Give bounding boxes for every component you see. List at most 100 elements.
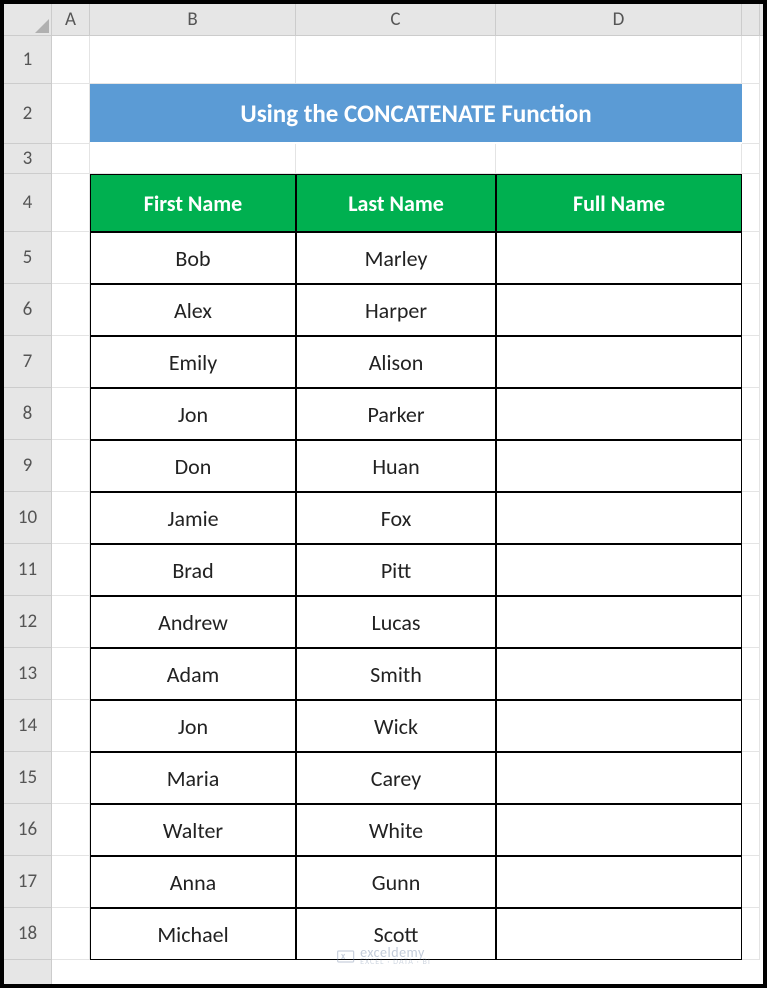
row-header-4[interactable]: 4 xyxy=(4,174,51,232)
cell-last-6[interactable]: Harper xyxy=(296,284,496,336)
cell-A11[interactable] xyxy=(52,544,90,596)
cell-full-15[interactable] xyxy=(496,752,742,804)
cell-first-15[interactable]: Maria xyxy=(90,752,296,804)
cell-first-16[interactable]: Walter xyxy=(90,804,296,856)
cell-E6[interactable] xyxy=(742,284,760,336)
cell-last-14[interactable]: Wick xyxy=(296,700,496,752)
cell-first-18[interactable]: Michael xyxy=(90,908,296,960)
cell-E3[interactable] xyxy=(742,144,760,174)
cell-A18[interactable] xyxy=(52,908,90,960)
cell-full-18[interactable] xyxy=(496,908,742,960)
cell-A14[interactable] xyxy=(52,700,90,752)
cell-first-5[interactable]: Bob xyxy=(90,232,296,284)
cell-last-11[interactable]: Pitt xyxy=(296,544,496,596)
cell-last-18[interactable]: Scott xyxy=(296,908,496,960)
cell-last-17[interactable]: Gunn xyxy=(296,856,496,908)
cell-full-9[interactable] xyxy=(496,440,742,492)
cell-E10[interactable] xyxy=(742,492,760,544)
cell-E14[interactable] xyxy=(742,700,760,752)
cell-B3[interactable] xyxy=(90,144,296,174)
cell-C1[interactable] xyxy=(296,36,496,84)
row-header-16[interactable]: 16 xyxy=(4,804,51,856)
cell-A7[interactable] xyxy=(52,336,90,388)
cell-last-5[interactable]: Marley xyxy=(296,232,496,284)
row-header-8[interactable]: 8 xyxy=(4,388,51,440)
cell-first-10[interactable]: Jamie xyxy=(90,492,296,544)
row-header-2[interactable]: 2 xyxy=(4,84,51,144)
cell-A6[interactable] xyxy=(52,284,90,336)
header-full-name[interactable]: Full Name xyxy=(496,174,742,232)
cell-first-8[interactable]: Jon xyxy=(90,388,296,440)
col-header-D[interactable]: D xyxy=(496,4,742,35)
cell-full-5[interactable] xyxy=(496,232,742,284)
cell-E5[interactable] xyxy=(742,232,760,284)
row-header-6[interactable]: 6 xyxy=(4,284,51,336)
cell-last-13[interactable]: Smith xyxy=(296,648,496,700)
cell-E12[interactable] xyxy=(742,596,760,648)
cell-E11[interactable] xyxy=(742,544,760,596)
cell-A15[interactable] xyxy=(52,752,90,804)
row-header-18[interactable]: 18 xyxy=(4,908,51,960)
cell-A3[interactable] xyxy=(52,144,90,174)
cell-E13[interactable] xyxy=(742,648,760,700)
cell-full-12[interactable] xyxy=(496,596,742,648)
cell-last-8[interactable]: Parker xyxy=(296,388,496,440)
cell-E17[interactable] xyxy=(742,856,760,908)
cell-A17[interactable] xyxy=(52,856,90,908)
cell-first-9[interactable]: Don xyxy=(90,440,296,492)
row-header-1[interactable]: 1 xyxy=(4,36,51,84)
cell-E4[interactable] xyxy=(742,174,760,232)
cell-E1[interactable] xyxy=(742,36,760,84)
row-header-14[interactable]: 14 xyxy=(4,700,51,752)
cell-E2[interactable] xyxy=(742,84,760,144)
cell-full-11[interactable] xyxy=(496,544,742,596)
cell-full-8[interactable] xyxy=(496,388,742,440)
cell-first-14[interactable]: Jon xyxy=(90,700,296,752)
cell-full-10[interactable] xyxy=(496,492,742,544)
cell-first-6[interactable]: Alex xyxy=(90,284,296,336)
cell-E16[interactable] xyxy=(742,804,760,856)
cell-first-11[interactable]: Brad xyxy=(90,544,296,596)
cell-last-7[interactable]: Alison xyxy=(296,336,496,388)
cell-last-10[interactable]: Fox xyxy=(296,492,496,544)
cell-E18[interactable] xyxy=(742,908,760,960)
row-header-3[interactable]: 3 xyxy=(4,144,51,174)
row-header-11[interactable]: 11 xyxy=(4,544,51,596)
col-header-A[interactable]: A xyxy=(52,4,90,35)
cell-A5[interactable] xyxy=(52,232,90,284)
select-all-corner[interactable] xyxy=(4,4,52,36)
cell-first-13[interactable]: Adam xyxy=(90,648,296,700)
cell-A4[interactable] xyxy=(52,174,90,232)
cell-D1[interactable] xyxy=(496,36,742,84)
cell-E7[interactable] xyxy=(742,336,760,388)
cell-A10[interactable] xyxy=(52,492,90,544)
cell-first-7[interactable]: Emily xyxy=(90,336,296,388)
cell-A2[interactable] xyxy=(52,84,90,144)
cell-full-17[interactable] xyxy=(496,856,742,908)
cell-full-6[interactable] xyxy=(496,284,742,336)
cell-A9[interactable] xyxy=(52,440,90,492)
cell-last-16[interactable]: White xyxy=(296,804,496,856)
row-header-17[interactable]: 17 xyxy=(4,856,51,908)
cell-A12[interactable] xyxy=(52,596,90,648)
cell-A16[interactable] xyxy=(52,804,90,856)
cell-E9[interactable] xyxy=(742,440,760,492)
cell-full-16[interactable] xyxy=(496,804,742,856)
header-first-name[interactable]: First Name xyxy=(90,174,296,232)
row-header-10[interactable]: 10 xyxy=(4,492,51,544)
cell-full-14[interactable] xyxy=(496,700,742,752)
row-header-7[interactable]: 7 xyxy=(4,336,51,388)
cell-A1[interactable] xyxy=(52,36,90,84)
row-header-9[interactable]: 9 xyxy=(4,440,51,492)
cell-full-7[interactable] xyxy=(496,336,742,388)
row-header-15[interactable]: 15 xyxy=(4,752,51,804)
cell-C3[interactable] xyxy=(296,144,496,174)
header-last-name[interactable]: Last Name xyxy=(296,174,496,232)
cell-B1[interactable] xyxy=(90,36,296,84)
cell-first-17[interactable]: Anna xyxy=(90,856,296,908)
cell-full-13[interactable] xyxy=(496,648,742,700)
cell-last-9[interactable]: Huan xyxy=(296,440,496,492)
row-header-12[interactable]: 12 xyxy=(4,596,51,648)
cell-E15[interactable] xyxy=(742,752,760,804)
cell-last-15[interactable]: Carey xyxy=(296,752,496,804)
